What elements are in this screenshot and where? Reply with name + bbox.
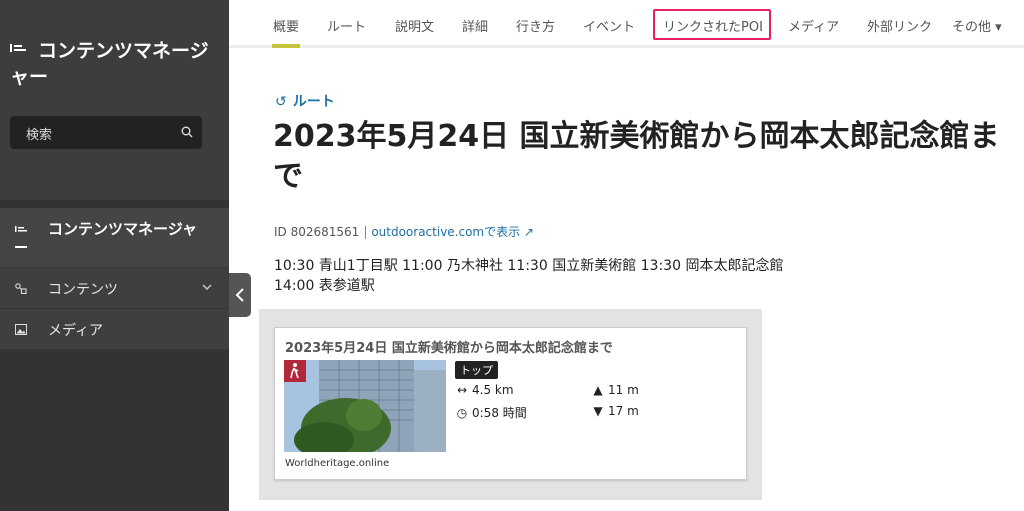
route-description: 10:30 青山1丁目駅 11:00 乃木神社 11:30 国立新美術館 13:…	[274, 258, 784, 294]
image-icon	[15, 324, 27, 335]
sidebar-item-label: メディア	[48, 323, 104, 339]
content-id: ID 802681561	[274, 225, 360, 239]
divider	[365, 226, 367, 239]
photo-image	[284, 360, 446, 452]
sidebar-item-label: コンテンツ	[48, 282, 118, 298]
tab-events[interactable]: イベント	[583, 16, 635, 35]
tab-route[interactable]: ルート	[327, 16, 366, 35]
back-arrow-icon: ↺	[275, 94, 287, 110]
linked-poi-highlight	[653, 9, 771, 40]
distance-icon: ↔	[456, 383, 468, 397]
sidebar-item-media[interactable]: メディア	[0, 309, 229, 350]
sidebar-item-content[interactable]: コンテンツ	[0, 268, 229, 309]
tab-more[interactable]: その他 ▾	[952, 16, 1002, 35]
route-photo	[284, 360, 446, 452]
tab-overview[interactable]: 概要	[273, 16, 299, 35]
tab-external-links[interactable]: 外部リンク	[867, 16, 932, 35]
hiking-icon	[284, 360, 306, 382]
descent-stat: ▼ 17 m	[591, 404, 638, 418]
chevron-down-icon[interactable]	[202, 283, 212, 291]
top-badge: トップ	[455, 361, 498, 379]
tab-bar: 概要 ルート 説明文 詳細 行き方 イベント リンクされたPOI メディア 外部…	[229, 0, 1024, 48]
tab-description[interactable]: 説明文	[395, 16, 434, 35]
sidebar-section-label: コンテンツマネージャ	[48, 220, 197, 238]
content-manager-icon	[10, 43, 26, 52]
content-icon	[15, 283, 27, 294]
back-to-route-link[interactable]: ↺ ルート	[275, 91, 335, 111]
ascent-stat: ▲ 11 m	[591, 383, 638, 397]
sidebar-header: コンテンツマネージャー 検索	[0, 0, 229, 200]
chevron-left-icon	[235, 288, 244, 302]
sidebar-title: コンテンツマネージャー	[10, 40, 209, 88]
photo-credit: Worldheritage.online	[285, 458, 390, 469]
tab-directions[interactable]: 行き方	[516, 16, 555, 35]
clock-icon: ◷	[456, 406, 468, 420]
sidebar: コンテンツマネージャー 検索 コンテンツマネージャ コンテンツ メディア	[0, 0, 229, 511]
hiker-glyph	[290, 363, 299, 379]
duration-stat: ◷ 0:58 時間	[456, 406, 527, 420]
sidebar-menu: コンテンツマネージャ コンテンツ メディア	[0, 208, 229, 350]
descent-icon: ▼	[593, 404, 603, 418]
tab-media[interactable]: メディア	[788, 16, 839, 35]
search-placeholder: 検索	[26, 128, 53, 143]
tab-details[interactable]: 詳細	[462, 16, 488, 35]
sidebar-section-content-manager[interactable]: コンテンツマネージャ	[0, 208, 229, 268]
ascent-icon: ▲	[593, 383, 603, 397]
search-icon	[181, 126, 193, 138]
distance-stat: ↔ 4.5 km	[456, 383, 514, 397]
search-input[interactable]: 検索	[10, 116, 202, 149]
section-dash	[15, 246, 27, 248]
page-title: 2023年5月24日 国立新美術館から岡本太郎記念館まで	[273, 119, 1000, 194]
card-title: 2023年5月24日 国立新美術館から岡本太郎記念館まで	[285, 341, 613, 356]
active-tab-indicator	[272, 44, 300, 48]
content-manager-icon	[15, 226, 27, 232]
collapse-sidebar-button[interactable]	[229, 273, 251, 317]
back-label: ルート	[292, 94, 335, 110]
id-line: ID 802681561 outdooractive.comで表示 ↗	[274, 223, 534, 240]
outdooractive-link[interactable]: outdooractive.comで表示 ↗	[371, 225, 534, 239]
route-card[interactable]: 2023年5月24日 国立新美術館から岡本太郎記念館まで Worldherita…	[274, 327, 747, 480]
